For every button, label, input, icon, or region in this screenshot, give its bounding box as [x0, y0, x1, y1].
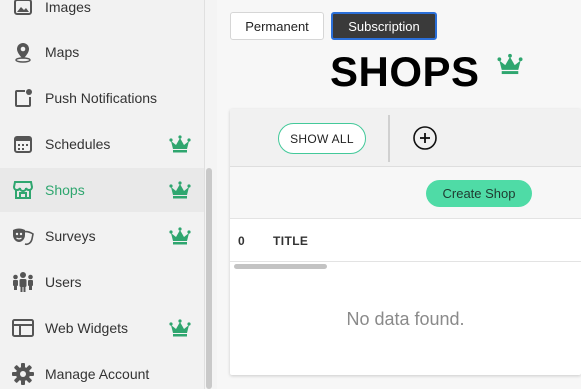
sidebar-item-users[interactable]: Users [0, 260, 204, 304]
create-shop-button[interactable]: Create Shop [426, 180, 532, 207]
filter-bar: SHOW ALL [230, 109, 581, 167]
sidebar: Images Maps Push Notifications Schedules… [0, 0, 204, 389]
actions-bar: Create Shop [230, 167, 581, 219]
gear-icon [11, 362, 35, 386]
sidebar-item-web-widgets[interactable]: Web Widgets [0, 306, 204, 350]
shops-table-card: SHOW ALL Create Shop 0 TITLE No data fou… [230, 109, 581, 375]
sidebar-item-label: Surveys [45, 228, 96, 244]
sidebar-item-shops[interactable]: Shops [0, 168, 204, 212]
table-header: 0 TITLE [230, 220, 581, 260]
crown-icon [169, 319, 191, 337]
permanent-toggle-button[interactable]: Permanent [230, 12, 324, 40]
subscription-toggle-button[interactable]: Subscription [331, 12, 437, 40]
empty-state-message: No data found. [346, 309, 465, 329]
push-notification-icon [11, 86, 35, 110]
sidebar-item-label: Images [45, 0, 91, 15]
divider [388, 115, 390, 162]
images-icon [11, 0, 35, 19]
map-pin-icon [11, 40, 35, 64]
sidebar-item-images[interactable]: Images [0, 0, 204, 29]
show-all-button[interactable]: SHOW ALL [278, 123, 366, 154]
divider [230, 261, 581, 262]
web-widget-icon [11, 316, 35, 340]
sidebar-item-label: Shops [45, 182, 85, 198]
theater-masks-icon [11, 224, 35, 248]
crown-icon [497, 53, 523, 75]
column-header-title[interactable]: TITLE [273, 234, 308, 248]
sidebar-item-label: Maps [45, 44, 80, 60]
sidebar-item-schedules[interactable]: Schedules [0, 122, 204, 166]
add-filter-icon[interactable] [413, 126, 437, 150]
calendar-icon [11, 132, 35, 156]
crown-icon [169, 135, 191, 153]
sidebar-item-label: Users [45, 274, 82, 290]
table-horizontal-scrollbar[interactable] [234, 264, 327, 269]
shop-icon [11, 178, 35, 202]
page-title: SHOPS [330, 48, 480, 95]
sidebar-scrollbar[interactable] [206, 168, 212, 389]
sidebar-item-label: Web Widgets [45, 320, 128, 336]
sidebar-item-label: Manage Account [45, 366, 150, 382]
sidebar-item-push-notifications[interactable]: Push Notifications [0, 76, 204, 120]
sidebar-item-maps[interactable]: Maps [0, 30, 204, 74]
crown-icon [169, 227, 191, 245]
sidebar-item-label: Push Notifications [45, 90, 158, 106]
users-icon [11, 270, 35, 294]
crown-icon [169, 181, 191, 199]
sidebar-item-surveys[interactable]: Surveys [0, 214, 204, 258]
row-count: 0 [238, 234, 245, 248]
main-content: Permanent Subscription SHOPS SHOW ALL Cr… [217, 0, 581, 389]
sidebar-item-manage-account[interactable]: Manage Account [0, 352, 204, 389]
sidebar-item-label: Schedules [45, 136, 111, 152]
